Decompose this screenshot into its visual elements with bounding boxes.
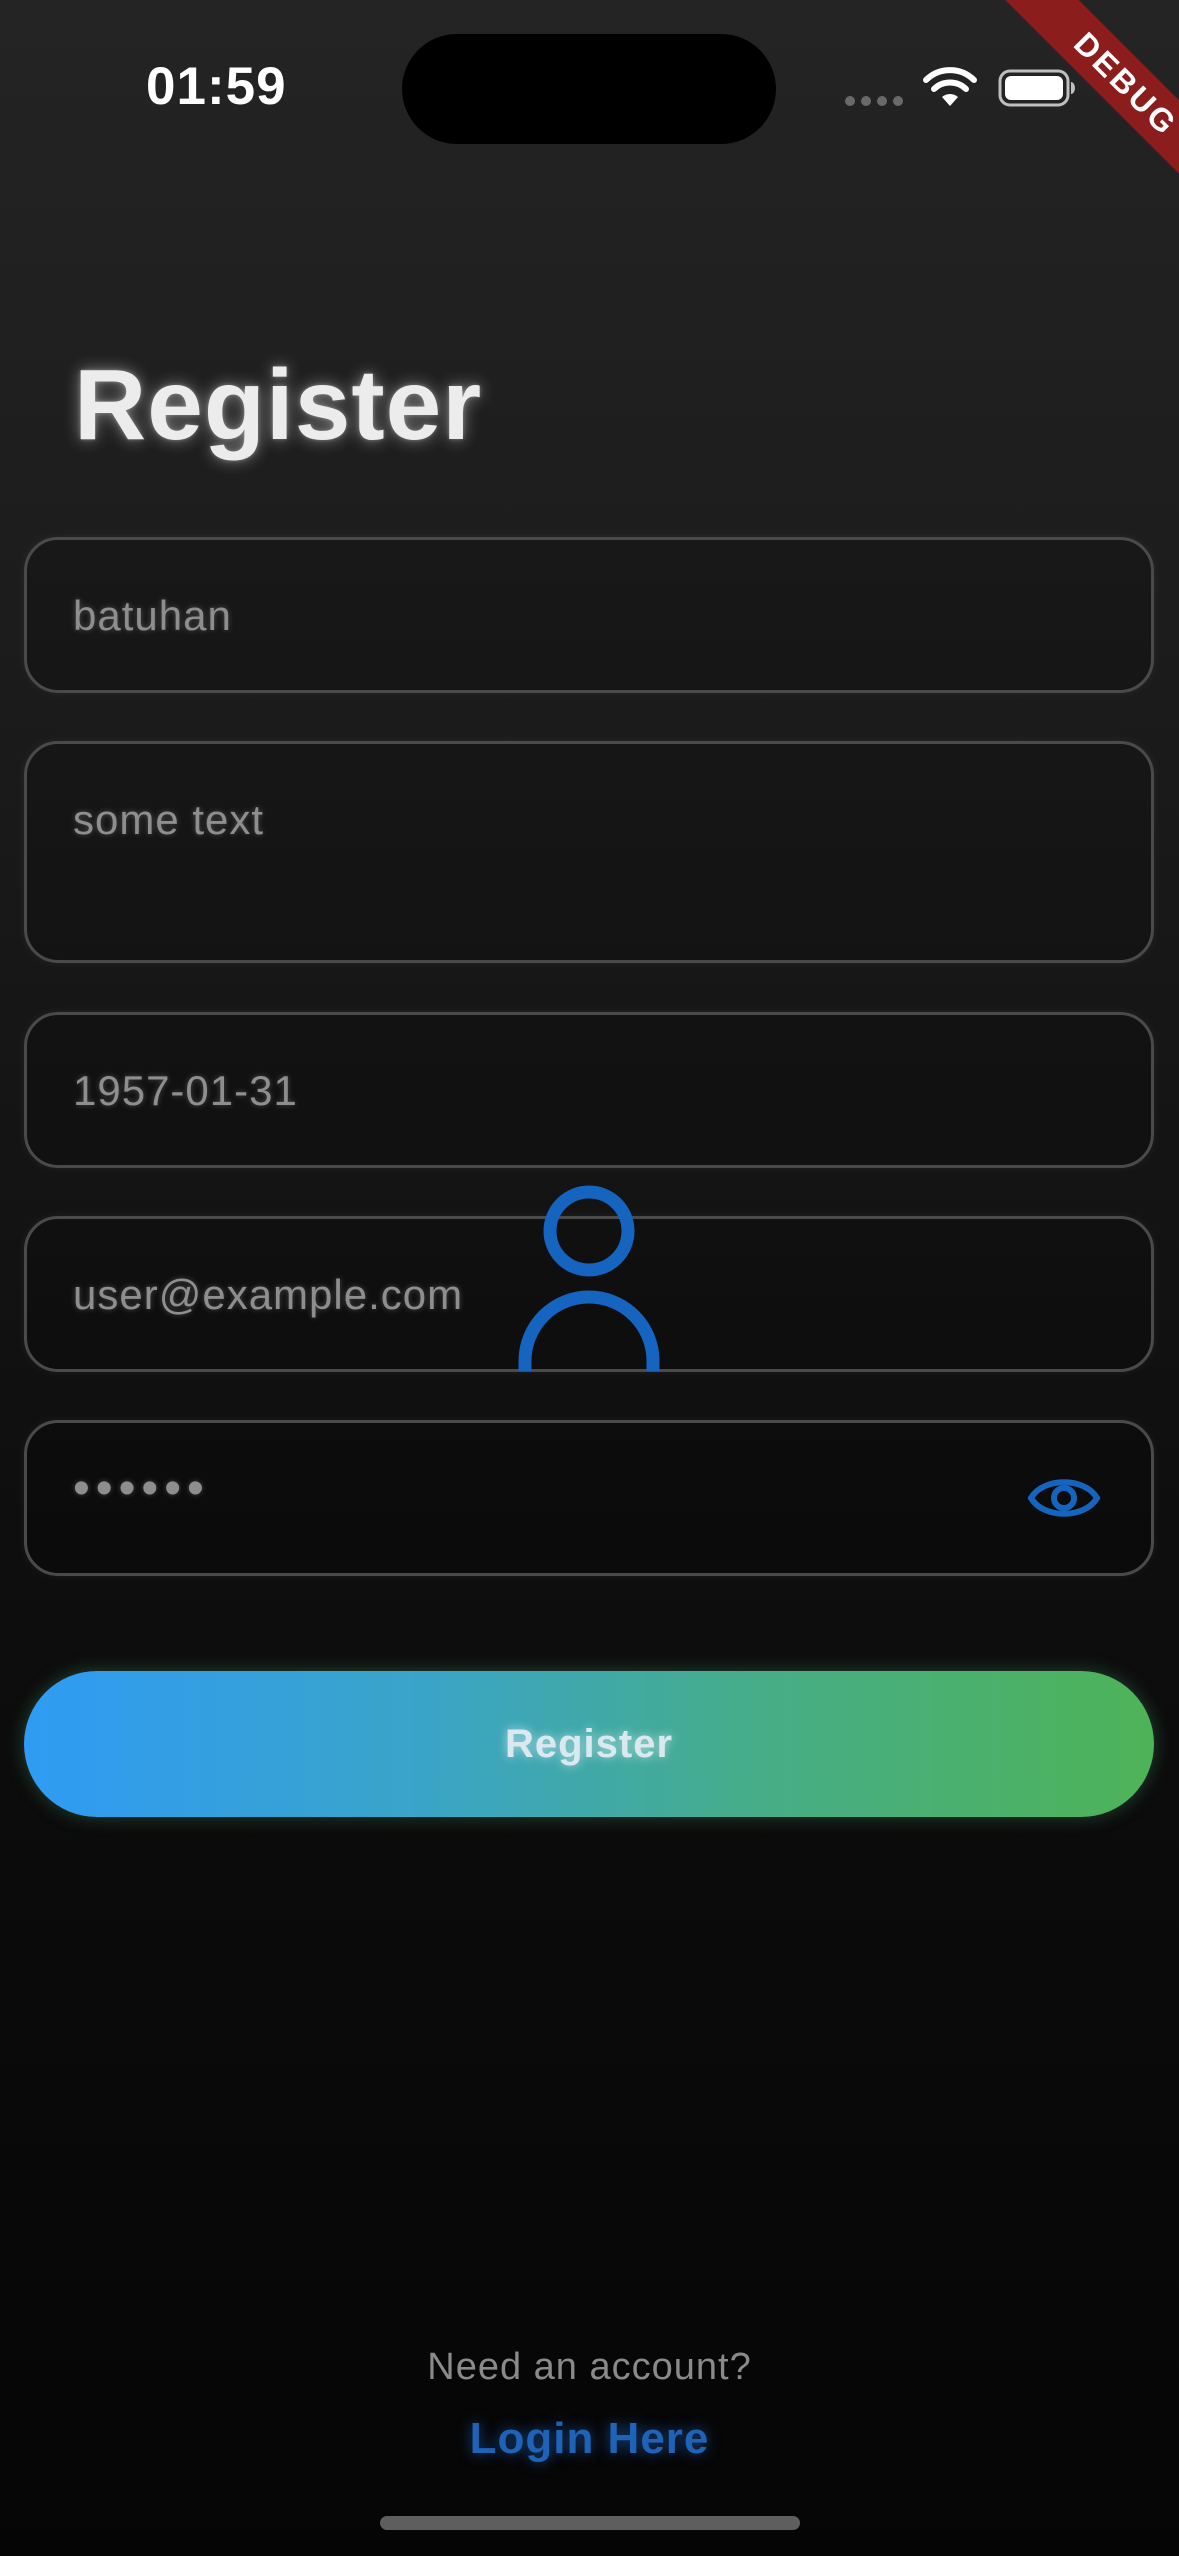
register-button-label: Register <box>504 1722 674 1766</box>
birthdate-value: 1957-01-31 <box>73 1067 298 1114</box>
email-value: user@example.com <box>73 1271 464 1318</box>
username-field[interactable]: batuhan <box>24 537 1154 693</box>
username-value: batuhan <box>73 592 232 639</box>
birthdate-field[interactable]: 1957-01-31 <box>24 1012 1154 1168</box>
bio-value: some text <box>73 796 265 843</box>
eye-icon[interactable] <box>1027 1465 1101 1531</box>
password-field[interactable]: •••••• <box>24 1420 1154 1576</box>
login-link[interactable]: Login Here <box>0 2414 1179 2464</box>
password-value: •••••• <box>73 1462 210 1515</box>
dynamic-island <box>402 34 776 144</box>
status-time: 01:59 <box>146 57 287 116</box>
debug-banner-label: DEBUG <box>1005 0 1179 205</box>
home-indicator[interactable] <box>380 2516 800 2530</box>
bio-field[interactable]: some text <box>24 741 1154 963</box>
page-title: Register <box>74 349 483 461</box>
debug-banner: DEBUG <box>959 0 1179 220</box>
need-account-text: Need an account? <box>427 2346 752 2388</box>
register-button[interactable]: Register <box>24 1671 1154 1817</box>
person-icon <box>518 1185 660 1371</box>
cellular-signal-icon <box>845 96 905 106</box>
